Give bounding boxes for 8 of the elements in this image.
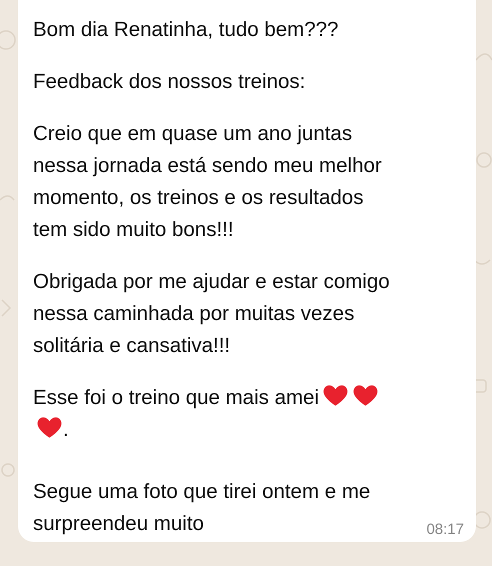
message-text: Creio que em quase um ano juntas nessa jornada está sendo meu melhor momento, os treinos e os resultados tem sido muito bons!!! (33, 121, 383, 243)
message-text: Esse foi o treino que mais amei (33, 386, 319, 409)
message-text: Segue uma foto que tirei ontem e me surpreendeu muito (33, 479, 372, 537)
message-text: . (63, 418, 69, 441)
message-text: Feedback dos nossos treinos: (33, 69, 306, 95)
message-text: Bom dia Renatinha, tudo bem??? (33, 17, 340, 43)
message-time: 08:17 (426, 520, 464, 540)
message-text: Obrigada por me ajudar e estar comigo nessa caminhada por muitas vezes solitária e cansativa!!! (33, 269, 391, 359)
